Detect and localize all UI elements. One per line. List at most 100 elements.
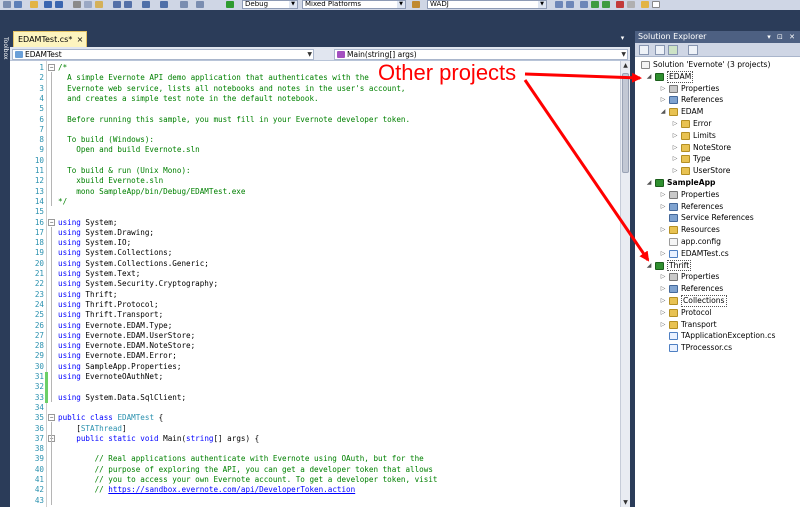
code-line[interactable]: 11 To build & run (Unix Mono): <box>10 166 620 176</box>
collapse-icon[interactable]: − <box>48 64 55 71</box>
tree-node[interactable]: ▷ Properties <box>661 271 795 283</box>
code-line[interactable]: 2 A simple Evernote API demo application… <box>10 73 620 83</box>
expand-icon[interactable]: ▷ <box>671 118 679 130</box>
scroll-down-icon[interactable]: ▼ <box>621 498 630 507</box>
code-line[interactable]: 37− public static void Main(string[] arg… <box>10 434 620 444</box>
tree-node[interactable]: ▷ Protocol <box>661 307 795 319</box>
code-line[interactable]: 3 Evernote web service, lists all notebo… <box>10 84 620 94</box>
tree-node[interactable]: ◢ Thrift <box>647 259 795 272</box>
code-line[interactable]: 6 Before running this sample, you must f… <box>10 115 620 125</box>
collapse-icon[interactable]: − <box>48 414 55 422</box>
tree-node[interactable]: ▷ Collections <box>661 295 795 307</box>
tree-node[interactable]: TApplicationException.cs <box>669 330 795 342</box>
tree-node[interactable]: Service References <box>669 212 795 224</box>
tree-node[interactable]: ▷ Transport <box>661 319 795 331</box>
code-line[interactable]: 4 and creates a simple test note in the … <box>10 94 620 104</box>
code-line[interactable]: 38 <box>10 444 620 454</box>
tool-icon-3[interactable] <box>580 1 588 8</box>
code-line[interactable]: 39 // Real applications authenticate wit… <box>10 454 620 464</box>
save-all-icon[interactable] <box>55 1 63 8</box>
redo-icon[interactable] <box>160 1 168 8</box>
code-line[interactable]: 10 <box>10 156 620 166</box>
uncomment-icon[interactable] <box>124 1 132 8</box>
tree-node[interactable]: ▷ Error <box>673 118 795 130</box>
collapse-icon[interactable]: ◢ <box>659 106 667 118</box>
code-line[interactable]: 7 <box>10 125 620 135</box>
tree-node[interactable]: ▷ References <box>661 201 795 213</box>
tree-node[interactable]: ◢ EDAM <box>647 70 795 83</box>
expand-icon[interactable]: ▷ <box>659 83 667 95</box>
new-project-icon[interactable] <box>3 1 11 8</box>
tool-icon-7[interactable] <box>627 1 635 8</box>
add-item-icon[interactable] <box>14 1 22 8</box>
collapse-icon[interactable]: ◢ <box>645 71 653 83</box>
code-line[interactable]: 9 Open and build Evernote.sln <box>10 145 620 155</box>
collapse-icon[interactable]: ◢ <box>645 177 653 189</box>
toolbox-strip[interactable]: Toolbox <box>0 31 10 507</box>
developer-token-link[interactable]: https://sandbox.evernote.com/api/Develop… <box>108 485 355 494</box>
panel-window-buttons[interactable]: ▾ ⊡ ✕ <box>767 31 797 43</box>
tree-node[interactable]: ▷ References <box>661 94 795 106</box>
paste-icon[interactable] <box>95 1 103 8</box>
code-line[interactable]: 12 xbuild Evernote.sln <box>10 176 620 186</box>
tool-icon-6[interactable] <box>616 1 624 8</box>
code-line[interactable]: 5 <box>10 104 620 114</box>
comment-icon[interactable] <box>113 1 121 8</box>
tool-icon-1[interactable] <box>555 1 563 8</box>
code-line[interactable]: 17 using System.Drawing; <box>10 228 620 238</box>
tool-icon-2[interactable] <box>566 1 574 8</box>
code-line[interactable]: 22 using System.Security.Cryptography; <box>10 279 620 289</box>
code-editor[interactable]: 1−/* 2 A simple Evernote API demo applica… <box>10 61 620 507</box>
code-line[interactable]: 36 [STAThread] <box>10 424 620 434</box>
code-line[interactable]: 26 using Evernote.EDAM.Type; <box>10 321 620 331</box>
editor-vertical-scrollbar[interactable]: ▲ ▼ <box>620 61 630 507</box>
code-line[interactable]: 14 */ <box>10 197 620 207</box>
code-line[interactable]: 21 using System.Text; <box>10 269 620 279</box>
expand-icon[interactable]: ▷ <box>659 94 667 106</box>
code-line[interactable]: 42 // https://sandbox.evernote.com/api/D… <box>10 485 620 495</box>
class-dropdown[interactable]: EDAMTest ▼ <box>12 49 314 60</box>
tree-node[interactable]: ▷ NoteStore <box>673 142 795 154</box>
tool-icon-4[interactable] <box>591 1 599 8</box>
expand-icon[interactable]: ▷ <box>659 189 667 201</box>
expand-icon[interactable]: ▷ <box>659 283 667 295</box>
save-icon[interactable] <box>44 1 52 8</box>
tree-node[interactable]: ▷ References <box>661 283 795 295</box>
solution-configuration-combo[interactable]: Debug ▼ <box>242 0 298 9</box>
tree-node[interactable]: ▷ Resources <box>661 224 795 236</box>
code-line[interactable]: 34 <box>10 403 620 413</box>
code-line[interactable]: 43 <box>10 496 620 506</box>
solution-platform-combo[interactable]: Mixed Platforms ▼ <box>302 0 406 9</box>
navigate-back-icon[interactable] <box>180 1 188 8</box>
cut-icon[interactable] <box>73 1 81 8</box>
expand-icon[interactable]: ▷ <box>659 319 667 331</box>
collapse-icon[interactable]: ◢ <box>645 260 653 272</box>
tab-list-icon[interactable]: ▾ <box>618 34 627 43</box>
tree-node[interactable]: app.config <box>669 236 795 248</box>
code-line[interactable]: 29 using Evernote.EDAM.Error; <box>10 351 620 361</box>
code-line[interactable]: 1−/* <box>10 63 620 73</box>
code-line[interactable]: 27 using Evernote.EDAM.UserStore; <box>10 331 620 341</box>
code-line[interactable]: 19 using System.Collections; <box>10 248 620 258</box>
expand-icon[interactable]: ▷ <box>671 130 679 142</box>
view-class-diagram-icon[interactable] <box>688 45 698 55</box>
expand-icon[interactable]: ▷ <box>659 248 667 260</box>
tree-node[interactable]: Solution 'Evernote' (3 projects) <box>641 59 795 71</box>
find-combo[interactable]: WADJ ▼ <box>427 0 547 9</box>
tree-node[interactable]: ◢ SampleApp <box>647 177 795 189</box>
tree-node[interactable]: ◢ EDAM <box>661 106 795 118</box>
code-line[interactable]: 16− using System; <box>10 218 620 228</box>
code-line[interactable]: 32 <box>10 382 620 393</box>
code-line[interactable]: 8 To build (Windows): <box>10 135 620 145</box>
tree-node[interactable]: ▷ Properties <box>661 189 795 201</box>
scrollbar-thumb[interactable] <box>622 73 629 173</box>
tree-node[interactable]: TProcessor.cs <box>669 342 795 354</box>
tool-icon-9[interactable] <box>652 1 660 8</box>
undo-icon[interactable] <box>142 1 150 8</box>
code-line[interactable]: 18 using System.IO; <box>10 238 620 248</box>
expand-icon[interactable]: ▷ <box>671 165 679 177</box>
show-all-files-icon[interactable] <box>655 45 665 55</box>
tree-node[interactable]: ▷ EDAMTest.cs <box>661 248 795 260</box>
code-line[interactable]: 40 // purpose of exploring the API, you … <box>10 465 620 475</box>
expand-icon[interactable]: ▷ <box>671 142 679 154</box>
